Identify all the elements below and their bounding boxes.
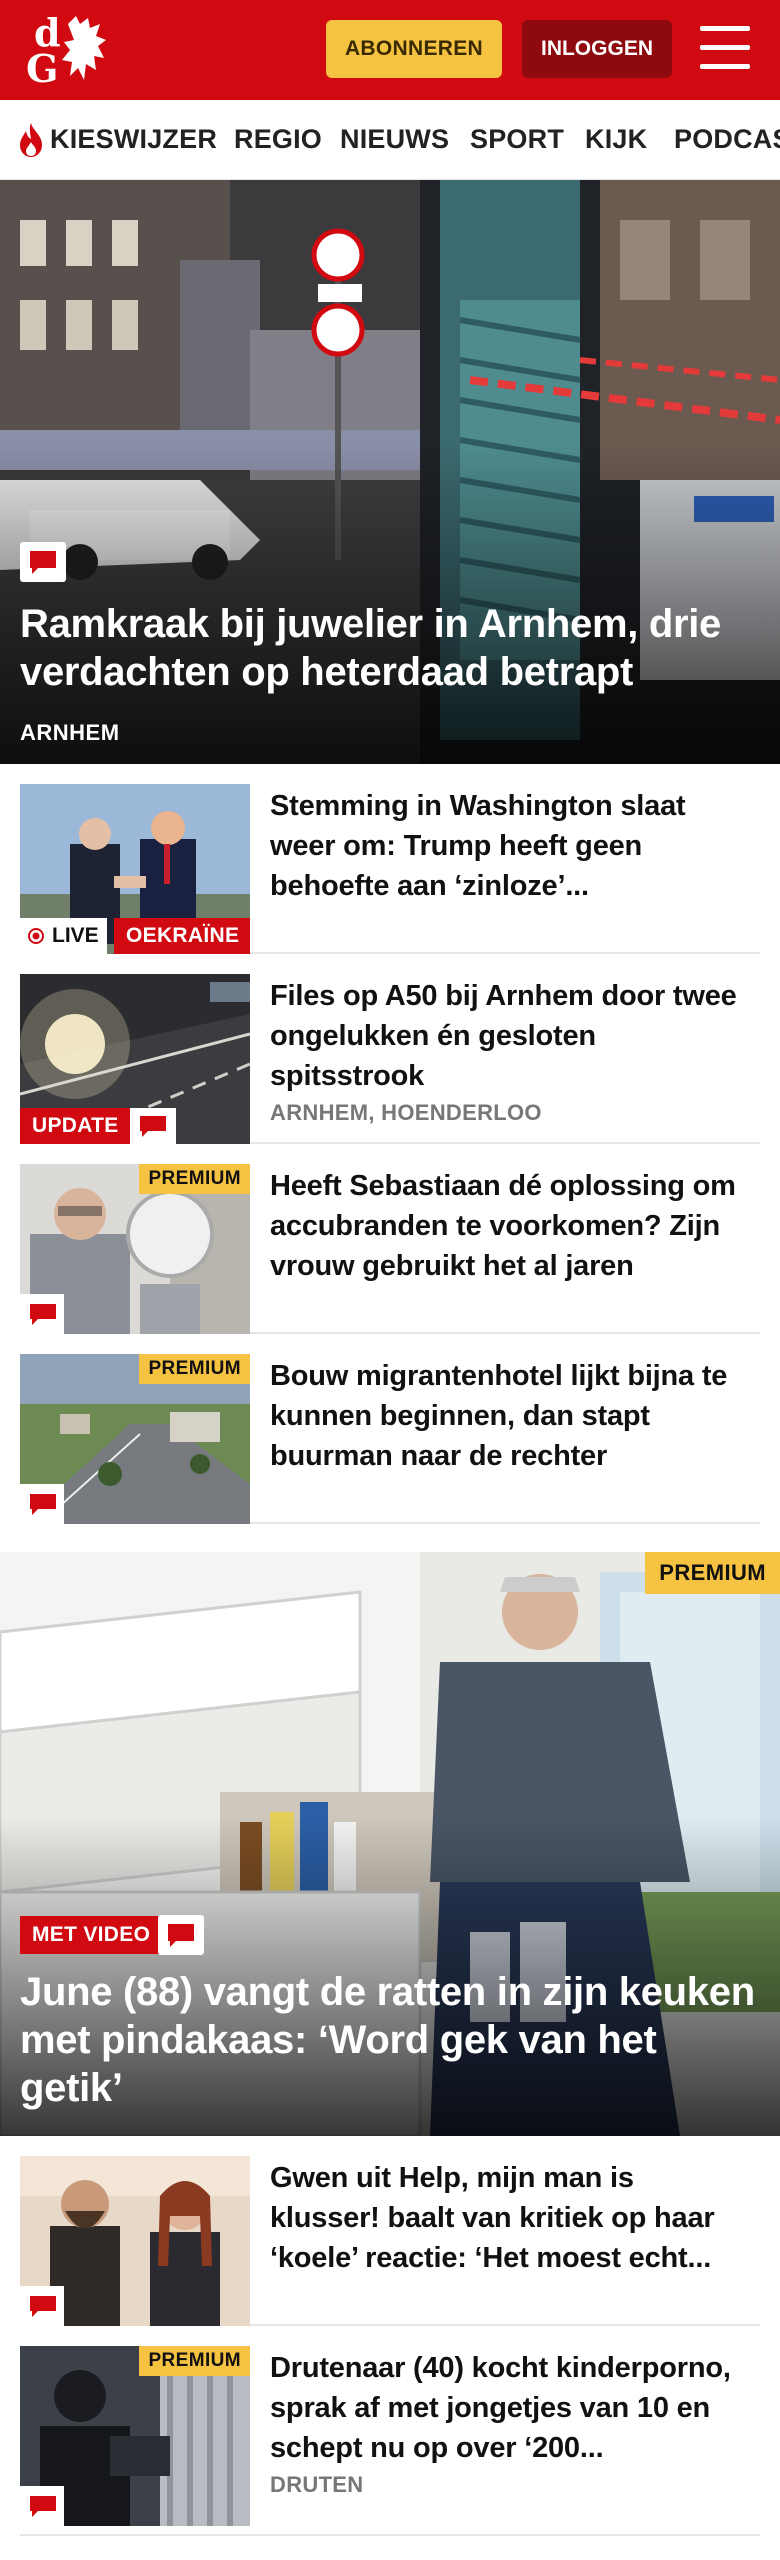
comment-icon — [20, 1484, 64, 1524]
article-location: DRUTEN — [270, 2472, 364, 2497]
premium-badge: PREMIUM — [139, 2346, 250, 2376]
top-bar: d G ABONNEREN INLOGGEN — [0, 0, 780, 100]
article-thumbnail: PREMIUM — [20, 1164, 250, 1334]
article-title[interactable]: Heeft Sebastiaan dé oplossing om accubra… — [270, 1166, 750, 1286]
comment-icon — [20, 2286, 64, 2326]
hero-location: ARNHEM — [20, 720, 120, 745]
nav-item-sport[interactable]: SPORT — [470, 124, 564, 155]
article-thumbnail: PREMIUM — [20, 1354, 250, 1524]
comment-icon — [158, 1915, 204, 1955]
menu-icon[interactable] — [700, 26, 750, 70]
premium-badge: PREMIUM — [645, 1552, 780, 1594]
article-title[interactable]: Files op A50 bij Arnhem door twee ongelu… — [270, 976, 750, 1096]
subscribe-button[interactable]: ABONNEREN — [326, 20, 502, 78]
video-badge: MET VIDEO — [20, 1916, 163, 1954]
article-thumbnail: UPDATE — [20, 974, 250, 1144]
premium-badge: PREMIUM — [139, 1164, 250, 1194]
nav-item-regio[interactable]: REGIO — [234, 124, 322, 155]
comment-icon — [20, 2486, 64, 2526]
article-item[interactable]: PREMIUM Heeft Sebastiaan dé oplossing om… — [20, 1144, 760, 1334]
nav-item-kieswijzer[interactable]: KIESWIJZER — [50, 124, 217, 155]
live-badge: LIVE — [20, 918, 107, 954]
article-title[interactable]: Stemming in Washington slaat weer om: Tr… — [270, 786, 750, 906]
login-button[interactable]: INLOGGEN — [522, 20, 672, 78]
article-thumbnail: LIVE OEKRAÏNE — [20, 784, 250, 954]
article-item[interactable]: LIVE OEKRAÏNE Stemming in Washington sla… — [20, 764, 760, 954]
update-badge: UPDATE — [20, 1108, 131, 1144]
comment-icon — [20, 542, 66, 582]
section-nav: KIESWIJZER REGIO NIEUWS SPORT KIJK PODCA… — [0, 100, 780, 180]
logo-dragon-icon — [62, 16, 106, 80]
article-item[interactable]: PREMIUM Drutenaar (40) kocht kinderporno… — [20, 2326, 760, 2536]
article-title[interactable]: Drutenaar (40) kocht kinderporno, sprak … — [270, 2348, 750, 2468]
flame-icon — [20, 123, 42, 157]
hero-title[interactable]: Ramkraak bij juwelier in Arnhem, drie ve… — [20, 600, 760, 696]
nav-item-nieuws[interactable]: NIEUWS — [340, 124, 449, 155]
article-item[interactable]: UPDATE Files op A50 bij Arnhem door twee… — [20, 954, 760, 1144]
article-item[interactable]: Gwen uit Help, mijn man is klusser! baal… — [20, 2136, 760, 2326]
article-thumbnail: PREMIUM — [20, 2346, 250, 2526]
nav-item-kijk[interactable]: KIJK — [585, 124, 647, 155]
site-logo[interactable]: d G — [22, 10, 114, 91]
hero-article[interactable]: Ramkraak bij juwelier in Arnhem, drie ve… — [0, 180, 780, 764]
article-location: ARNHEM, HOENDERLOO — [270, 1100, 542, 1125]
comment-icon — [130, 1108, 176, 1144]
article-title[interactable]: Gwen uit Help, mijn man is klusser! baal… — [270, 2158, 750, 2278]
premium-badge: PREMIUM — [139, 1354, 250, 1384]
featured-title[interactable]: June (88) vangt de ratten in zijn keuken… — [20, 1968, 760, 2112]
article-title[interactable]: Bouw migrantenhotel lijkt bijna te kunne… — [270, 1356, 750, 1476]
live-dot-icon — [28, 928, 44, 944]
featured-article[interactable]: PREMIUM MET VIDEO June (88) vangt de rat… — [0, 1552, 780, 2136]
topic-badge[interactable]: OEKRAÏNE — [114, 918, 250, 954]
article-thumbnail — [20, 2156, 250, 2326]
live-label: LIVE — [52, 924, 99, 947]
logo-letter-g: G — [26, 46, 59, 91]
nav-item-podcast[interactable]: PODCAST — [674, 124, 780, 155]
comment-icon — [20, 1294, 64, 1334]
article-item[interactable]: PREMIUM Bouw migrantenhotel lijkt bijna … — [20, 1334, 760, 1524]
